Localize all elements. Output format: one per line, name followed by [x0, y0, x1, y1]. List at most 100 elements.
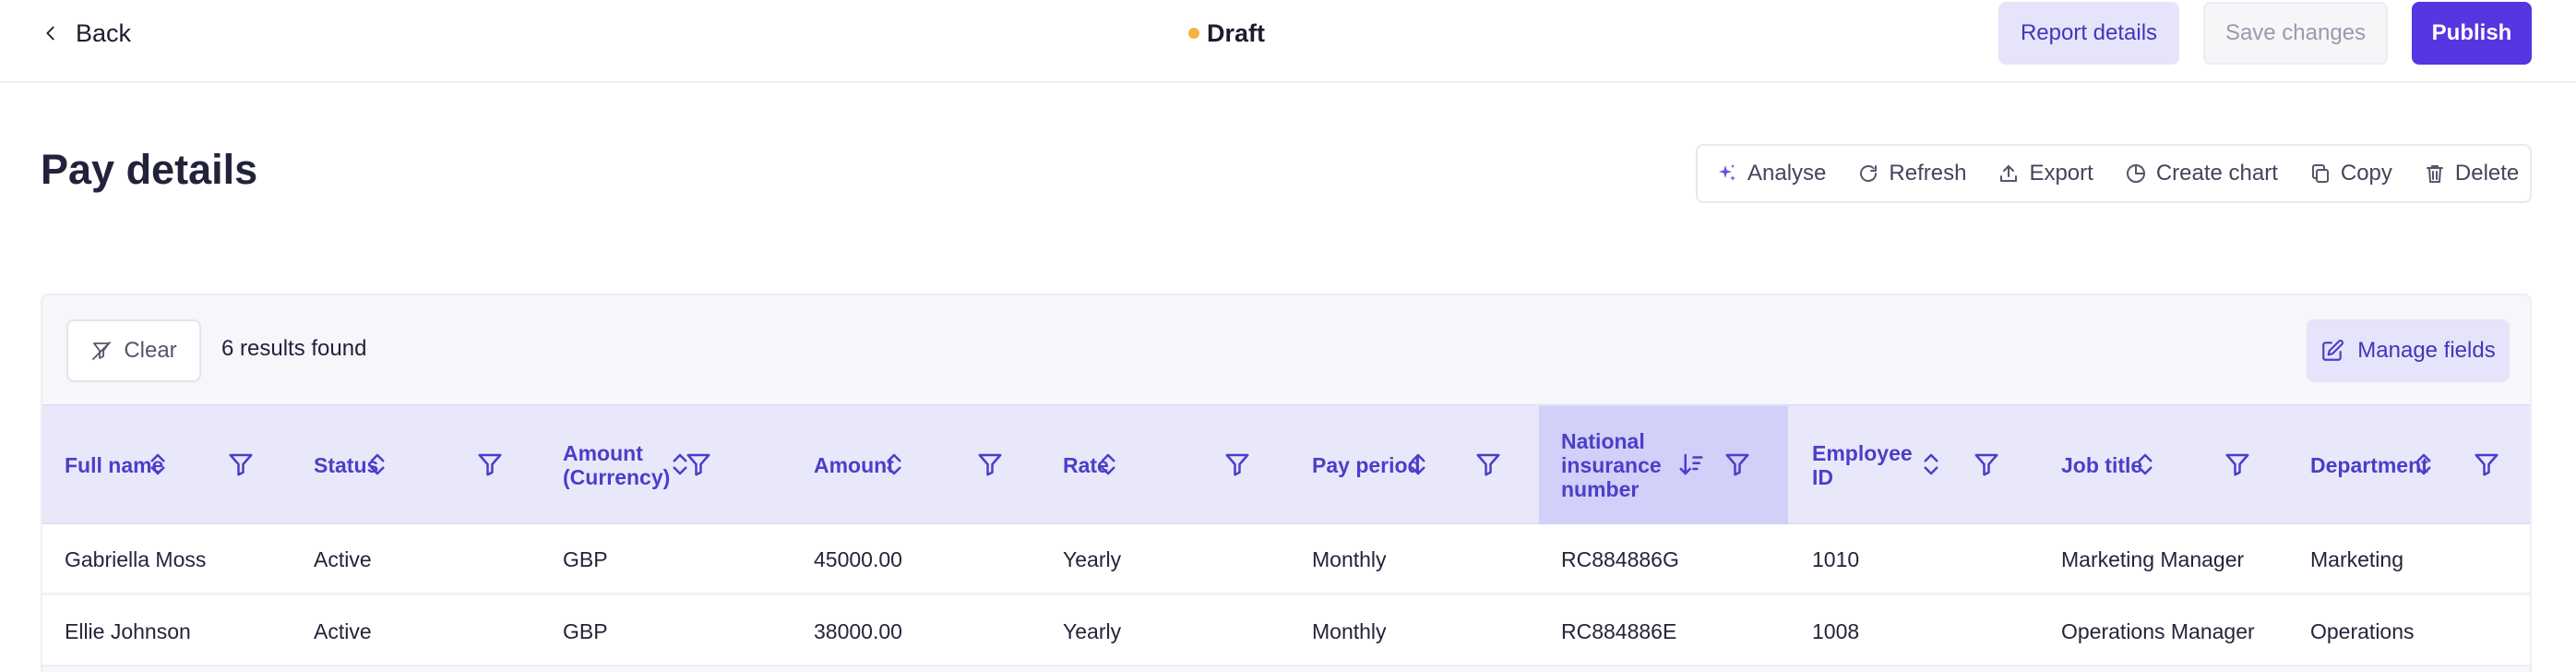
delete-button[interactable]: Delete [2424, 146, 2519, 201]
refresh-label: Refresh [1889, 161, 1967, 186]
copy-icon [2311, 164, 2329, 183]
status-text: Draft [1207, 18, 1266, 47]
table-cell: Monthly [1312, 546, 1387, 571]
page-title: Pay details [41, 146, 258, 193]
table-cell: Active [314, 546, 372, 571]
export-button[interactable]: Export [1998, 146, 2124, 201]
delete-label: Delete [2454, 161, 2520, 186]
analyse-label: Analyse [1747, 161, 1827, 186]
clear-filters-button[interactable]: Clear [66, 319, 201, 382]
filter-icon[interactable] [227, 450, 255, 478]
status-indicator: Draft [1188, 17, 1265, 50]
table-cell: Marketing Manager [2061, 546, 2245, 571]
filter-icon[interactable] [2224, 450, 2251, 478]
table-cell: Active [314, 618, 372, 643]
column-header[interactable]: Rate [1041, 406, 1290, 524]
copy-label: Copy [2340, 161, 2392, 186]
manage-fields-label: Manage fields [2357, 338, 2496, 363]
trash-icon [2426, 165, 2443, 183]
sort-icon[interactable] [880, 450, 908, 478]
sort-icon[interactable] [2131, 450, 2159, 478]
upload-icon [2000, 165, 2018, 182]
filter-off-icon [92, 342, 112, 360]
refresh-button[interactable]: Refresh [1857, 146, 1998, 201]
sort-icon[interactable] [1094, 450, 1122, 478]
column-header[interactable]: Amount (Currency) [541, 406, 790, 524]
column-header-label-line: (Currency) [563, 465, 671, 489]
sort-icon[interactable] [1404, 450, 1432, 478]
pie-chart-icon [2126, 164, 2145, 183]
column-header[interactable]: Amount [792, 406, 1041, 524]
table-cell: Operations Manager [2061, 618, 2255, 643]
report-actions-toolbar: Analyse Refresh Export Create chart Copy… [1696, 144, 2532, 203]
filter-icon[interactable] [476, 450, 504, 478]
column-header[interactable]: Status [292, 406, 541, 524]
column-header-label-line: Amount [563, 441, 643, 465]
manage-fields-button[interactable]: Manage fields [2307, 319, 2510, 382]
table-cell: Ellie Johnson [65, 618, 191, 643]
report-details-button[interactable]: Report details [1998, 2, 2179, 65]
table-cell: RC884886G [1561, 546, 1679, 571]
results-count: 6 results found [221, 336, 367, 361]
analyse-button[interactable]: Analyse [1716, 146, 1857, 201]
status-dot-icon [1188, 28, 1199, 39]
create-chart-label: Create chart [2155, 161, 2278, 186]
column-header[interactable]: Full name [42, 406, 292, 524]
column-header-label: Job title [2061, 406, 2142, 524]
clear-label: Clear [124, 338, 177, 363]
filter-icon[interactable] [1723, 450, 1751, 478]
column-header-label-line: number [1561, 477, 1640, 501]
table-cell: Monthly [1312, 618, 1387, 643]
table-cell: GBP [563, 618, 608, 643]
column-header-label: Employee ID [1812, 406, 1913, 524]
create-chart-button[interactable]: Create chart [2125, 146, 2309, 201]
column-header-label: National insurance number [1561, 406, 1662, 524]
back-label: Back [76, 18, 132, 47]
publish-button[interactable]: Publish [2412, 2, 2532, 65]
column-header-label: Amount (Currency) [563, 406, 670, 524]
sort-descending-icon[interactable] [1677, 450, 1705, 478]
top-bar: Back Draft Report details Save changes P… [0, 0, 2576, 83]
table-cell: Operations [2310, 618, 2415, 643]
table-cell: Yearly [1063, 546, 1122, 571]
filter-icon[interactable] [1474, 450, 1502, 478]
export-label: Export [2029, 161, 2093, 186]
column-header-label-line: ID [1812, 465, 1833, 489]
filter-icon[interactable] [685, 450, 712, 478]
column-header-label-line: Employee [1812, 441, 1913, 465]
results-table-card: Clear 6 results found Manage fields Full… [41, 294, 2532, 672]
filter-icon[interactable] [2473, 450, 2500, 478]
table-row[interactable]: Ellie Johnson Active GBP 38000.00 Yearly Mont… [42, 596, 2530, 666]
refresh-icon [1860, 165, 1878, 182]
table-cell: Marketing [2310, 546, 2403, 571]
chevron-left-icon [46, 26, 54, 41]
column-header[interactable]: Job title [2039, 406, 2288, 524]
column-header-label-line: National [1561, 429, 1645, 453]
column-header[interactable]: Pay period [1290, 406, 1539, 524]
column-header-label-line: insurance [1561, 453, 1662, 477]
table-cell: 45000.00 [814, 546, 902, 571]
table-cell: 1010 [1812, 546, 1860, 571]
filter-icon[interactable] [976, 450, 1004, 478]
filter-icon[interactable] [1223, 450, 1251, 478]
table-cell: 38000.00 [814, 618, 902, 643]
sort-icon[interactable] [364, 450, 391, 478]
filter-icon[interactable] [1973, 450, 2000, 478]
back-button[interactable]: Back [41, 17, 131, 50]
table-cell: RC884886E [1561, 618, 1677, 643]
table-cell: GBP [563, 546, 608, 571]
table-cell: Yearly [1063, 618, 1122, 643]
column-header[interactable]: Employee ID [1790, 406, 2039, 524]
table-cell: Gabriella Moss [65, 546, 207, 571]
table-row[interactable]: Gabriella Moss Active GBP 45000.00 Yearly Mon… [42, 524, 2530, 594]
sparkle-icon [1719, 164, 1735, 181]
copy-button[interactable]: Copy [2309, 146, 2424, 201]
column-header-label-line: Job title [2061, 453, 2143, 477]
column-header[interactable]: Department [2288, 406, 2530, 524]
sort-icon[interactable] [2410, 450, 2438, 478]
sort-icon[interactable] [144, 450, 172, 478]
sort-icon[interactable] [1917, 450, 1945, 478]
edit-icon [2322, 340, 2344, 361]
column-header[interactable]: National insurance number [1539, 406, 1788, 524]
save-changes-button[interactable]: Save changes [2203, 2, 2388, 65]
